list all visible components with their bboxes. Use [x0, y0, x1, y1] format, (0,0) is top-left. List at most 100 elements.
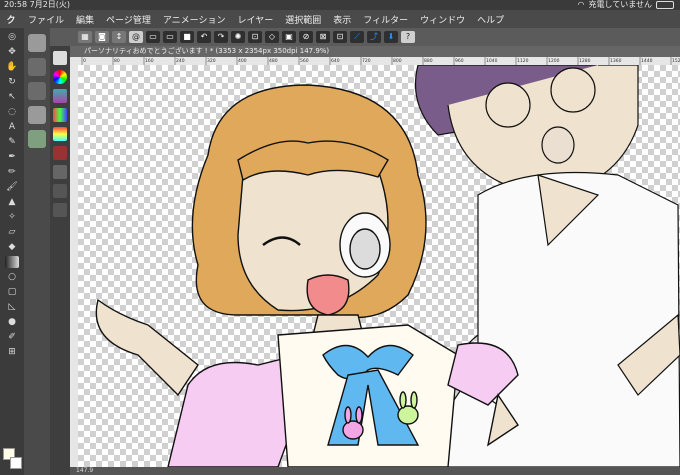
ruler-tick-label: 80 — [114, 58, 120, 64]
sub-color-swatch[interactable] — [10, 457, 22, 469]
operation-icon[interactable]: ↖ — [5, 91, 19, 103]
menu-animation[interactable]: アニメーション — [157, 13, 232, 26]
rotate-icon[interactable]: ⤴ — [367, 31, 381, 43]
deselect-icon[interactable]: ⊘ — [299, 31, 313, 43]
wifi-icon: ◠ — [577, 0, 585, 9]
transform-icon[interactable]: ⊡ — [248, 31, 262, 43]
eraser-tool-icon[interactable]: ▱ — [5, 226, 19, 238]
ruler-tick-label: 160 — [145, 58, 154, 64]
menu-selection[interactable]: 選択範囲 — [279, 13, 327, 26]
pencil-icon[interactable]: ✏ — [5, 166, 19, 178]
download-icon[interactable]: ⬇ — [384, 31, 398, 43]
drawing-canvas[interactable] — [78, 65, 680, 467]
zoom-icon[interactable]: ◎ — [5, 31, 19, 43]
text-tool-icon[interactable]: A — [5, 121, 19, 133]
balloon-icon[interactable]: ✐ — [5, 331, 19, 343]
gradient-icon[interactable] — [5, 256, 19, 268]
artwork — [95, 65, 680, 467]
figure-icon[interactable]: ○ — [5, 271, 19, 283]
hand-icon[interactable]: ✋ — [5, 61, 19, 73]
ruler-tick-label: 480 — [269, 58, 278, 64]
redo-icon[interactable]: ↷ — [214, 31, 228, 43]
ruler-tick-label: 1520 — [672, 58, 680, 64]
horizontal-ruler: 0 80 160 240 320 400 480 560 640 720 800 880 960 1040… — [70, 57, 680, 65]
crop-icon[interactable]: ⊠ — [316, 31, 330, 43]
document-tab[interactable]: パーソナリティおめでとうございます ! * (3353 x 2354px 350… — [70, 46, 680, 57]
palette-column — [50, 46, 70, 475]
ruler-tick-label: 1440 — [641, 58, 653, 64]
menu-bar: ク ファイル 編集 ページ管理 アニメーション レイヤー 選択範囲 表示 フィル… — [0, 10, 680, 28]
frame-icon[interactable]: ▢ — [5, 286, 19, 298]
sub-tool-palette — [24, 28, 50, 475]
sparkle-icon[interactable]: ✺ — [231, 31, 245, 43]
layers-palette-icon[interactable] — [53, 51, 67, 65]
eraser-icon[interactable]: ◇ — [265, 31, 279, 43]
move-icon[interactable]: ✥ — [5, 46, 19, 58]
save-icon[interactable]: ■ — [180, 31, 194, 43]
menu-edit[interactable]: 編集 — [70, 13, 100, 26]
battery-status: 充電していません — [588, 0, 652, 9]
ruler-tick-label: 1040 — [486, 58, 498, 64]
ruler-tick-label: 1280 — [579, 58, 591, 64]
undo-icon[interactable]: ↶ — [197, 31, 211, 43]
rotate-view-icon[interactable]: ↻ — [5, 76, 19, 88]
subtool-pen-1[interactable] — [28, 58, 46, 76]
menu-view[interactable]: 表示 — [327, 13, 357, 26]
date: 7月2日(火) — [29, 0, 71, 9]
nav-arrows-icon[interactable]: ↕ — [112, 31, 126, 43]
color-set-icon[interactable] — [53, 108, 67, 122]
material-icon[interactable] — [53, 146, 67, 160]
menu-window[interactable]: ウィンドウ — [414, 13, 471, 26]
subtool-search-icon[interactable] — [28, 106, 46, 124]
flip-icon[interactable]: ⟋ — [350, 31, 364, 43]
subtool-pen-2[interactable] — [28, 82, 46, 100]
zoom-status: 147.9 — [70, 467, 680, 475]
command-bar: ▦ ◙ ↕ @ ▭ ▭ ■ ↶ ↷ ✺ ⊡ ◇ ▣ ⊘ ⊠ ⊡ ⟋ ⤴ ⬇ ? — [50, 28, 680, 46]
navigator-icon[interactable] — [53, 165, 67, 179]
help-icon[interactable]: ? — [401, 31, 415, 43]
lasso-icon[interactable]: ◌ — [5, 106, 19, 118]
tool-property-icon[interactable] — [53, 184, 67, 198]
layer-icon[interactable]: ⊞ — [5, 346, 19, 358]
gradient-set-icon[interactable] — [53, 127, 67, 141]
ruler-tick-label: 240 — [176, 58, 185, 64]
ruler-tick-label: 960 — [455, 58, 464, 64]
subtool-close-icon[interactable] — [28, 130, 46, 148]
ruler-tick-label: 560 — [300, 58, 309, 64]
pen-icon[interactable]: ✒ — [5, 151, 19, 163]
airbrush-icon[interactable]: ▲ — [5, 196, 19, 208]
status-bar: 20:58 7月2日(火) ◠ 充電していません — [0, 0, 680, 10]
selection-icon[interactable]: ⊡ — [333, 31, 347, 43]
spiral-icon[interactable]: @ — [129, 31, 143, 43]
fill-tool-icon[interactable]: ◆ — [5, 241, 19, 253]
menu-help[interactable]: ヘルプ — [471, 13, 510, 26]
ruler-tick-label: 640 — [331, 58, 340, 64]
app-logo-icon[interactable]: ク — [0, 13, 22, 26]
ruler-tick-label: 400 — [238, 58, 247, 64]
new-page-icon[interactable]: ▭ — [146, 31, 160, 43]
camera-icon[interactable]: ◙ — [95, 31, 109, 43]
clock: 20:58 — [4, 0, 28, 9]
eyedropper-icon[interactable]: ✎ — [5, 136, 19, 148]
ruler-tick-label: 0 — [83, 58, 86, 64]
color-slider-icon[interactable] — [53, 89, 67, 103]
brush-size-icon[interactable] — [53, 203, 67, 217]
menu-filter[interactable]: フィルター — [357, 13, 414, 26]
menu-page[interactable]: ページ管理 — [100, 13, 157, 26]
tool-palette: ◎ ✥ ✋ ↻ ↖ ◌ A ✎ ✒ ✏ 🖌 ▲ ✧ ▱ ◆ ○ ▢ ◺ ● ✐ … — [0, 28, 24, 475]
blend-icon[interactable]: ✧ — [5, 211, 19, 223]
grid-icon[interactable]: ▦ — [78, 31, 92, 43]
open-icon[interactable]: ▭ — [163, 31, 177, 43]
ruler-icon[interactable]: ◺ — [5, 301, 19, 313]
battery-icon — [656, 1, 674, 9]
color-wheel-icon[interactable] — [53, 70, 67, 84]
ruler-tick-label: 320 — [207, 58, 216, 64]
menu-file[interactable]: ファイル — [22, 13, 70, 26]
subtool-layers-icon[interactable] — [28, 34, 46, 52]
vertical-ruler — [70, 65, 78, 467]
menu-layer[interactable]: レイヤー — [232, 13, 280, 26]
zoom-value[interactable]: 147.9 — [76, 467, 93, 474]
correct-line-icon[interactable]: ● — [5, 316, 19, 328]
fill-icon[interactable]: ▣ — [282, 31, 296, 43]
brush-icon[interactable]: 🖌 — [5, 181, 19, 193]
